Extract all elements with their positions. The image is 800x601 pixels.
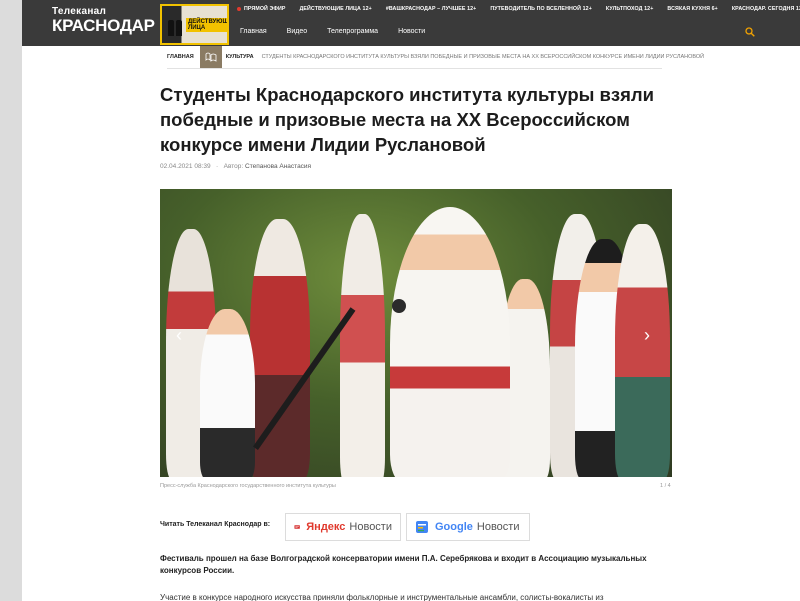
gallery-next-arrow-icon[interactable]: › — [644, 325, 650, 346]
breadcrumb-divider — [167, 68, 662, 69]
breadcrumb-current: СТУДЕНТЫ КРАСНОДАРСКОГО ИНСТИТУТА КУЛЬТУ… — [261, 54, 705, 60]
gallery-prev-arrow-icon[interactable]: ‹ — [176, 325, 182, 346]
live-dot-icon — [237, 6, 241, 11]
yandex-news-button[interactable]: Яндекс Новости — [285, 513, 401, 541]
author-label: Автор: — [223, 163, 244, 170]
top-link[interactable]: ПУТЕВОДИТЕЛЬ ПО ВСЕЛЕННОЙ 12+ — [490, 6, 592, 18]
breadcrumb: ГЛАВНАЯ КУЛЬТУРА СТУДЕНТЫ КРАСНОДАРСКОГО… — [167, 46, 704, 68]
banner-figure — [176, 20, 182, 36]
google-brand: Google — [435, 521, 473, 533]
nav-news[interactable]: Новости — [398, 28, 425, 35]
photo-gallery[interactable]: ‹ › — [160, 189, 672, 477]
article-author[interactable]: Степанова Анастасия — [245, 163, 311, 170]
breadcrumb-home[interactable]: ГЛАВНАЯ — [167, 54, 194, 60]
article-paragraph: Участие в конкурсе народного искусства п… — [160, 593, 604, 601]
nav-video[interactable]: Видео — [287, 28, 307, 35]
top-link[interactable]: КРАСНОДАР. СЕГОДНЯ 12+ — [732, 6, 800, 18]
article-title: Студенты Краснодарского института культу… — [160, 84, 655, 155]
logo-line2: КРАСНОДАР — [52, 16, 155, 35]
photo-main-singer — [390, 207, 510, 477]
top-link[interactable]: #ВАШКРАСНОДАР – ЛУЧШЕЕ 12+ — [386, 6, 477, 18]
photo-figure — [200, 309, 255, 477]
google-news-button[interactable]: Google Новости — [406, 513, 530, 541]
nav-home[interactable]: Главная — [240, 28, 267, 35]
banner-figure — [168, 20, 174, 36]
category-icon[interactable] — [199, 46, 222, 68]
nav-tv-program[interactable]: Телепрограмма — [327, 28, 378, 35]
article-meta: 02.04.2021 08:39 · Автор: Степанова Анас… — [160, 163, 312, 170]
photo-figure — [340, 214, 385, 477]
top-link[interactable]: ДЕЙСТВУЮЩИЕ ЛИЦА 12+ — [300, 6, 372, 18]
yandex-news-icon — [294, 523, 301, 531]
article-date: 02.04.2021 08:39 — [160, 163, 211, 170]
site-logo[interactable]: Телеканал КРАСНОДАР — [52, 6, 155, 40]
top-link[interactable]: КУЛЬТПОХОД 12+ — [606, 6, 653, 18]
top-links: ПРЯМОЙ ЭФИР ДЕЙСТВУЮЩИЕ ЛИЦА 12+ #ВАШКРА… — [237, 6, 800, 18]
read-us-label: Читать Телеканал Краснодар в: — [160, 521, 271, 528]
google-news-label: Новости — [476, 521, 520, 533]
promo-banner[interactable]: ДЕЙСТВУЮЩИЕ ЛИЦА — [160, 4, 229, 45]
yandex-brand: Яндекс — [306, 521, 346, 533]
microphone-icon — [392, 299, 406, 313]
photo-counter: 1 / 4 — [660, 483, 671, 489]
photo-caption: Пресс-служба Краснодарского государствен… — [160, 483, 336, 489]
breadcrumb-category[interactable]: КУЛЬТУРА — [226, 54, 254, 60]
google-news-icon — [416, 521, 428, 533]
search-icon[interactable] — [745, 27, 755, 37]
browser-left-strip — [0, 0, 22, 601]
top-link[interactable]: ВСЯКАЯ КУХНЯ 6+ — [667, 6, 717, 18]
yandex-news-label: Новости — [349, 521, 392, 533]
top-link-live[interactable]: ПРЯМОЙ ЭФИР — [237, 6, 286, 18]
banner-title: ДЕЙСТВУЮЩИЕ ЛИЦА — [186, 18, 227, 32]
photo-figure — [615, 224, 670, 477]
article-lead: Фестиваль прошел на базе Волгоградской к… — [160, 554, 647, 575]
main-nav: Главная Видео Телепрограмма Новости — [240, 28, 445, 35]
site-header: Телеканал КРАСНОДАР ДЕЙСТВУЮЩИЕ ЛИЦА ПРЯ… — [22, 0, 800, 46]
